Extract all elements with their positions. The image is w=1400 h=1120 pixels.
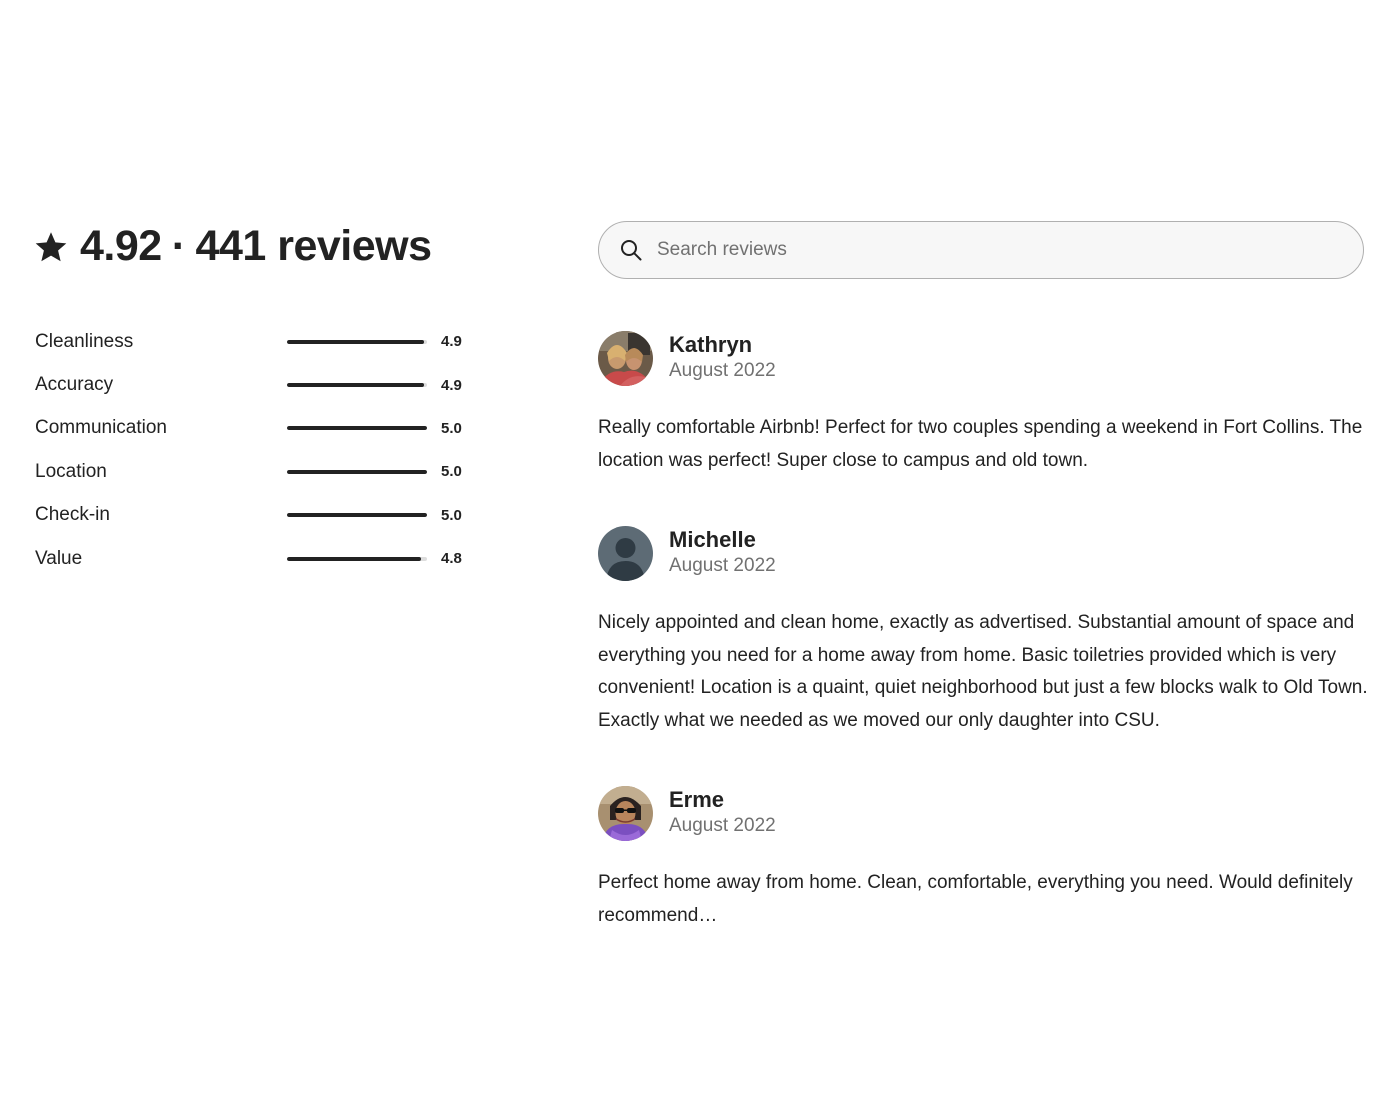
review-text: Nicely appointed and clean home, exactly…	[598, 612, 1368, 731]
reviewer-name[interactable]: Michelle	[669, 527, 776, 553]
category-row-location: Location 5.0	[35, 450, 475, 493]
category-bar	[287, 426, 427, 431]
category-score: 4.9	[441, 376, 462, 394]
category-bar-fill	[287, 383, 425, 388]
category-bar-fill	[287, 556, 422, 561]
overall-rating: 4.92	[80, 222, 162, 270]
category-label: Communication	[35, 417, 167, 439]
review-date: August 2022	[669, 360, 776, 381]
review-text: Perfect home away from home. Clean, comf…	[598, 872, 1353, 926]
category-bar	[287, 339, 427, 344]
category-bar-fill	[287, 469, 427, 474]
category-bar	[287, 383, 427, 388]
review-text: Really comfortable Airbnb! Perfect for t…	[598, 417, 1363, 471]
category-row-value: Value 4.8	[35, 537, 475, 580]
category-label: Check-in	[35, 504, 110, 526]
category-row-accuracy: Accuracy 4.9	[35, 363, 475, 406]
category-score: 4.9	[441, 333, 462, 351]
category-row-cleanliness: Cleanliness 4.9	[35, 320, 475, 363]
category-score: 5.0	[441, 463, 462, 481]
reviewer-name[interactable]: Kathryn	[669, 332, 776, 358]
category-label: Location	[35, 460, 107, 482]
category-ratings: Cleanliness 4.9 Accuracy 4.9 Communicati…	[35, 320, 475, 580]
rating-summary: 4.92 · 441 reviews	[34, 222, 432, 271]
category-score: 5.0	[441, 419, 462, 437]
category-score: 5.0	[441, 506, 462, 524]
category-bar-fill	[287, 513, 427, 518]
review-date: August 2022	[669, 815, 776, 836]
category-label: Accuracy	[35, 374, 114, 396]
review-date: August 2022	[669, 555, 776, 576]
review-item-michelle: Michelle August 2022 Nicely appointed an…	[598, 525, 1368, 737]
category-row-check-in: Check-in 5.0	[35, 494, 475, 537]
search-reviews-input[interactable]	[655, 238, 1299, 262]
category-bar	[287, 556, 427, 561]
search-icon	[619, 238, 643, 262]
category-bar-fill	[287, 426, 427, 431]
avatar-erme[interactable]	[598, 785, 653, 841]
review-item-erme: Erme August 2022 Perfect home away from …	[598, 785, 1368, 932]
category-bar	[287, 469, 427, 474]
rating-separator: ·	[171, 222, 186, 270]
reviewer-name[interactable]: Erme	[669, 787, 776, 813]
star-icon	[34, 230, 68, 264]
category-bar-fill	[287, 339, 425, 344]
avatar-michelle[interactable]	[598, 525, 653, 581]
avatar-kathryn[interactable]	[598, 330, 653, 386]
search-reviews-box[interactable]	[598, 221, 1364, 279]
category-row-communication: Communication 5.0	[35, 407, 475, 450]
reviews-count: 441 reviews	[195, 222, 432, 270]
review-item-kathryn: Kathryn August 2022 Really comfortable A…	[598, 330, 1368, 477]
category-label: Value	[35, 547, 83, 569]
category-score: 4.8	[441, 550, 462, 568]
category-label: Cleanliness	[35, 330, 134, 352]
category-bar	[287, 513, 427, 518]
